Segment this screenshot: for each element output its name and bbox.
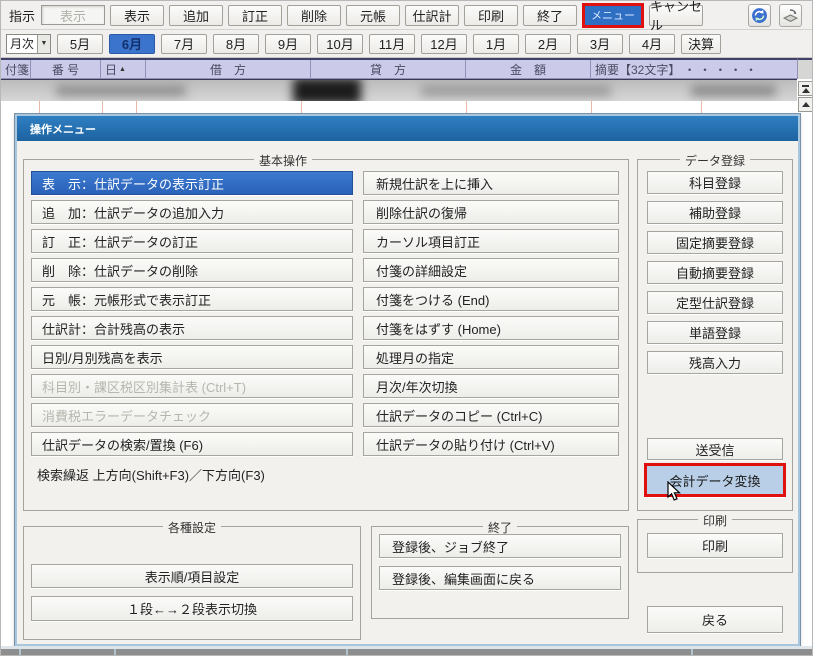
- menu-button-process-month[interactable]: 処理月の指定: [363, 345, 619, 369]
- month-tab-6-selected[interactable]: 6月: [109, 34, 155, 54]
- mouse-cursor-icon: [667, 481, 682, 507]
- menu-button-add-input[interactable]: 追 加：仕訳データの追加入力: [31, 200, 353, 224]
- refresh-icon[interactable]: [748, 4, 771, 27]
- top-toolbar: 指示 表示 表示 追加 訂正 削除 元帳 仕訳計 印刷 終了 メニュー キャンセ…: [1, 1, 813, 30]
- menu-button-return-to-edit-after-register[interactable]: 登録後、編集画面に戻る: [379, 566, 621, 590]
- toolbar-button-delete[interactable]: 削除: [287, 5, 341, 26]
- period-type-value: 月次: [7, 35, 37, 52]
- settings-legend: 各種設定: [163, 519, 221, 536]
- menu-button-print[interactable]: 印刷: [647, 533, 783, 558]
- data-registration-legend: データ登録: [680, 152, 750, 169]
- toolbar-button-display[interactable]: 表示: [110, 5, 164, 26]
- popup-title: 操作メニュー: [30, 121, 96, 137]
- header-number: 番 号: [31, 60, 101, 78]
- month-tab-4[interactable]: 4月: [629, 34, 675, 54]
- menu-button-monthly-yearly-switch[interactable]: 月次/年次切換: [363, 374, 619, 398]
- period-type-select[interactable]: 月次 ▼: [6, 34, 51, 54]
- header-fusen: 付箋: [1, 60, 31, 78]
- toolbar-button-ledger[interactable]: 元帳: [346, 5, 400, 26]
- menu-button-template-journal-register[interactable]: 定型仕訳登録: [647, 291, 783, 314]
- command-prefix-label: 指示: [9, 6, 35, 25]
- header-day-label: 日: [105, 61, 117, 78]
- menu-button-delete[interactable]: 削 除：仕訳データの削除: [31, 258, 353, 282]
- month-tab-9[interactable]: 9月: [265, 34, 311, 54]
- menu-button-search-replace[interactable]: 仕訳データの検索/置換 (F6): [31, 432, 353, 456]
- menu-button-send-receive[interactable]: 送受信: [647, 438, 783, 460]
- export-icon[interactable]: [779, 4, 802, 27]
- month-tab-7[interactable]: 7月: [161, 34, 207, 54]
- month-tab-3[interactable]: 3月: [577, 34, 623, 54]
- menu-button-fusen-settings[interactable]: 付箋の詳細設定: [363, 258, 619, 282]
- menu-button-insert-above[interactable]: 新規仕訳を上に挿入: [363, 171, 619, 195]
- sort-asc-icon: ▲: [119, 66, 126, 73]
- toolbar-button-journal-total[interactable]: 仕訳計: [405, 5, 459, 26]
- menu-button-attach-fusen[interactable]: 付箋をつける (End): [363, 287, 619, 311]
- grid-empty-area: [1, 101, 813, 115]
- underlying-grid-bottom-strip: [1, 649, 813, 656]
- header-amount: 金 額: [466, 60, 591, 78]
- mode-value: 表示: [60, 6, 86, 25]
- toolbar-button-exit[interactable]: 終了: [523, 5, 577, 26]
- menu-button-total-balance[interactable]: 仕訳計：合計残高の表示: [31, 316, 353, 340]
- scroll-up-icon[interactable]: [798, 97, 813, 112]
- toolbar-button-cancel[interactable]: キャンセル: [649, 5, 703, 26]
- closing-tab[interactable]: 決算: [681, 34, 721, 54]
- menu-button-account-register[interactable]: 科目登録: [647, 171, 783, 194]
- month-selector-bar: 月次 ▼ 5月 6月 7月 8月 9月 10月 11月 12月 1月 2月 3月…: [1, 30, 813, 58]
- journal-entry-screen: 指示 表示 表示 追加 訂正 削除 元帳 仕訳計 印刷 終了 メニュー キャンセ…: [0, 0, 813, 656]
- basic-operations-legend: 基本操作: [254, 152, 312, 169]
- menu-button-ledger-format[interactable]: 元 帳：元帳形式で表示訂正: [31, 287, 353, 311]
- month-tab-5[interactable]: 5月: [57, 34, 103, 54]
- toolbar-button-print[interactable]: 印刷: [464, 5, 518, 26]
- menu-button-tax-error-check-disabled: 消費税エラーデータチェック: [31, 403, 353, 427]
- menu-button-remove-fusen[interactable]: 付箋をはずす (Home): [363, 316, 619, 340]
- journal-data-row-blurred: [1, 79, 797, 101]
- grid-header-row: 付箋 番 号 日 ▲ 借 方 貸 方 金 額 摘要【32文字】 ・ ・ ・ ・ …: [1, 58, 797, 79]
- toolbar-button-menu-highlighted[interactable]: メニュー: [582, 3, 644, 28]
- chevron-down-icon[interactable]: ▼: [37, 35, 50, 53]
- month-tab-1[interactable]: 1月: [473, 34, 519, 54]
- header-day: 日 ▲: [101, 60, 146, 78]
- scroll-top-icon[interactable]: [798, 81, 813, 96]
- print-legend: 印刷: [698, 512, 732, 529]
- grid-header-corner: [797, 58, 813, 79]
- header-credit: 貸 方: [311, 60, 466, 78]
- popup-titlebar: 操作メニュー: [17, 116, 798, 141]
- toolbar-button-add[interactable]: 追加: [169, 5, 223, 26]
- menu-button-word-register[interactable]: 単語登録: [647, 321, 783, 344]
- header-summary: 摘要【32文字】 ・ ・ ・ ・ ・: [591, 60, 797, 78]
- toolbar-button-correct[interactable]: 訂正: [228, 5, 282, 26]
- menu-button-exit-job-after-register[interactable]: 登録後、ジョブ終了: [379, 534, 621, 558]
- month-tab-11[interactable]: 11月: [369, 34, 415, 54]
- operation-menu-window: 操作メニュー 基本操作 表 示：仕訳データの表示訂正 追 加：仕訳データの追加入…: [15, 114, 800, 646]
- back-button[interactable]: 戻る: [647, 606, 783, 633]
- menu-button-account-summary-disabled: 科目別・課区税区別集計表 (Ctrl+T): [31, 374, 353, 398]
- menu-button-display-order-settings[interactable]: 表示順/項目設定: [31, 564, 353, 588]
- month-tab-10[interactable]: 10月: [317, 34, 363, 54]
- menu-button-copy-journal[interactable]: 仕訳データのコピー (Ctrl+C): [363, 403, 619, 427]
- menu-button-display-edit[interactable]: 表 示：仕訳データの表示訂正: [31, 171, 353, 195]
- month-tab-2[interactable]: 2月: [525, 34, 571, 54]
- search-repeat-note: 検索繰返 上方向(Shift+F3)／下方向(F3): [37, 465, 265, 484]
- menu-button-auto-summary-register[interactable]: 自動摘要登録: [647, 261, 783, 284]
- menu-button-restore-deleted[interactable]: 削除仕訳の復帰: [363, 200, 619, 224]
- menu-button-cursor-item-edit[interactable]: カーソル項目訂正: [363, 229, 619, 253]
- menu-button-fixed-summary-register[interactable]: 固定摘要登録: [647, 231, 783, 254]
- month-tab-12[interactable]: 12月: [421, 34, 467, 54]
- menu-button-balance-input[interactable]: 残高入力: [647, 351, 783, 374]
- header-debit: 借 方: [146, 60, 311, 78]
- menu-button-paste-journal[interactable]: 仕訳データの貼り付け (Ctrl+V): [363, 432, 619, 456]
- menu-button-accounting-data-convert-highlighted[interactable]: 会計データ変換: [644, 463, 786, 497]
- menu-button-daily-monthly[interactable]: 日別/月別残高を表示: [31, 345, 353, 369]
- menu-button-sub-register[interactable]: 補助登録: [647, 201, 783, 224]
- menu-button-correct[interactable]: 訂 正：仕訳データの訂正: [31, 229, 353, 253]
- menu-button-row-display-switch[interactable]: １段←→２段表示切換: [31, 596, 353, 621]
- mode-display-field: 表示: [41, 5, 105, 25]
- month-tab-8[interactable]: 8月: [213, 34, 259, 54]
